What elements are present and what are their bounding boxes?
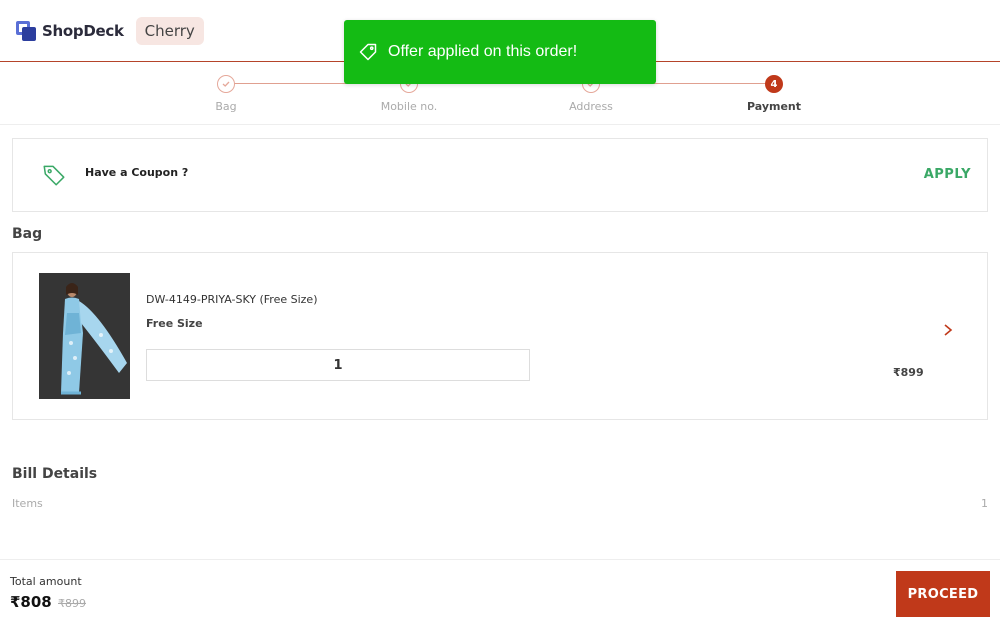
product-price: ₹899 xyxy=(893,366,924,379)
offer-toast: Offer applied on this order! xyxy=(344,20,656,84)
step-number: 4 xyxy=(765,75,783,93)
bill-row-items: Items 1 xyxy=(12,497,988,510)
step-label: Mobile no. xyxy=(380,100,438,113)
quantity-value: 1 xyxy=(333,357,343,373)
check-icon xyxy=(217,75,235,93)
coupon-card[interactable]: Have a Coupon ? APPLY xyxy=(12,138,988,212)
step-label: Address xyxy=(569,100,613,113)
coupon-prompt: Have a Coupon ? xyxy=(85,165,189,179)
step-payment: 4 Payment xyxy=(714,75,834,113)
product-name: DW-4149-PRIYA-SKY (Free Size) xyxy=(146,293,318,306)
shopdeck-logo-icon xyxy=(16,20,36,41)
brand-name: ShopDeck xyxy=(42,21,124,40)
apply-coupon-button[interactable]: APPLY xyxy=(924,167,971,182)
checkout-page: ShopDeck Cherry Offer applied on this or… xyxy=(0,0,1000,626)
product-size: Free Size xyxy=(146,317,203,330)
bag-section-title: Bag xyxy=(12,226,43,242)
product-image xyxy=(39,273,130,399)
bill-row-label: Items xyxy=(12,497,43,510)
bill-section-title: Bill Details xyxy=(12,466,98,482)
proceed-button[interactable]: PROCEED xyxy=(896,571,990,617)
total-amount: ₹808 xyxy=(10,593,52,611)
shopdeck-logo[interactable]: ShopDeck xyxy=(16,20,124,41)
tag-icon xyxy=(359,43,377,61)
coupon-tag-icon xyxy=(43,165,65,186)
step-bag: Bag xyxy=(166,75,286,113)
total-label: Total amount xyxy=(10,575,82,588)
bill-row-value: 1 xyxy=(981,497,988,510)
toast-message: Offer applied on this order! xyxy=(388,43,578,60)
store-name-badge: Cherry xyxy=(135,16,204,45)
original-total: ₹899 xyxy=(58,597,86,610)
bag-item-card[interactable]: DW-4149-PRIYA-SKY (Free Size) Free Size … xyxy=(12,252,988,420)
step-label: Payment xyxy=(746,100,802,113)
footer-bar: Total amount ₹808 ₹899 PROCEED xyxy=(0,559,1000,626)
step-label: Bag xyxy=(215,100,237,113)
chevron-right-icon[interactable] xyxy=(941,323,955,337)
quantity-selector[interactable]: 1 xyxy=(146,349,530,381)
